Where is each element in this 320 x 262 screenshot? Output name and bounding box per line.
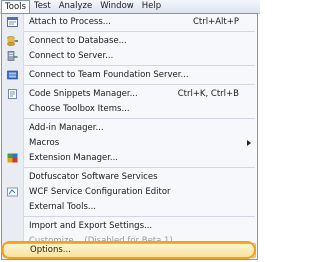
menu-item-extension-manager[interactable]: Extension Manager... (2, 151, 257, 165)
menu-help[interactable]: Help (138, 0, 165, 13)
menu-item-shortcut: Ctrl+Alt+P (192, 17, 239, 27)
menu-item-label: WCF Service Configuration Editor (29, 187, 171, 197)
submenu-arrow-icon (247, 140, 251, 146)
team-server-icon (7, 70, 18, 80)
menu-separator (24, 216, 255, 217)
tools-dropdown-menu: Attach to Process... Ctrl+Alt+P Connect … (1, 13, 258, 260)
menu-separator (24, 84, 255, 85)
menu-item-add-in-manager[interactable]: Add-in Manager... (2, 121, 257, 135)
database-icon (7, 36, 18, 46)
menu-item-attach-to-process[interactable]: Attach to Process... Ctrl+Alt+P (2, 15, 257, 29)
menu-item-label: Connect to Database... (29, 36, 127, 46)
menu-item-label: Connect to Server... (29, 51, 114, 61)
menu-item-import-export-settings[interactable]: Import and Export Settings... (2, 219, 257, 233)
attach-process-icon (7, 17, 18, 27)
menu-separator (24, 118, 255, 119)
menu-separator (24, 31, 255, 32)
menu-item-external-tools[interactable]: External Tools... (2, 200, 257, 214)
menu-item-dotfuscator[interactable]: Dotfuscator Software Services (2, 170, 257, 184)
menu-item-macros[interactable]: Macros (2, 136, 257, 150)
snippets-icon (7, 89, 18, 99)
menu-item-label: Options... (30, 245, 71, 255)
menu-item-label: Connect to Team Foundation Server... (29, 70, 189, 80)
wcf-editor-icon (7, 187, 18, 197)
menu-window[interactable]: Window (96, 0, 138, 13)
menu-item-wcf-config-editor[interactable]: WCF Service Configuration Editor (2, 185, 257, 199)
menu-analyze[interactable]: Analyze (55, 0, 97, 13)
menu-item-label: Macros (29, 138, 60, 148)
menu-item-label: Import and Export Settings... (29, 221, 153, 231)
menu-item-label: Choose Toolbox Items... (29, 104, 130, 114)
menu-item-connect-to-server[interactable]: Connect to Server... (2, 49, 257, 63)
menu-item-label: Attach to Process... (29, 17, 111, 27)
menu-bar: Tools Test Analyze Window Help (0, 0, 260, 14)
menu-item-shortcut: Ctrl+K, Ctrl+B (177, 89, 239, 99)
menu-item-code-snippets-manager[interactable]: Code Snippets Manager... Ctrl+K, Ctrl+B (2, 87, 257, 101)
menu-tools[interactable]: Tools (1, 0, 30, 14)
menu-item-label: External Tools... (29, 202, 97, 212)
menu-separator (24, 65, 255, 66)
menu-item-label: Add-in Manager... (29, 123, 104, 133)
menu-item-connect-to-database[interactable]: Connect to Database... (2, 34, 257, 48)
menu-item-label: Dotfuscator Software Services (29, 172, 158, 182)
menu-item-options[interactable]: Options... (3, 243, 256, 258)
server-icon (7, 51, 18, 61)
extension-icon (7, 153, 18, 163)
menu-item-choose-toolbox-items[interactable]: Choose Toolbox Items... (2, 102, 257, 116)
menu-item-connect-to-tfs[interactable]: Connect to Team Foundation Server... (2, 68, 257, 82)
menu-item-label: Extension Manager... (29, 153, 119, 163)
menu-separator (24, 167, 255, 168)
menu-test[interactable]: Test (30, 0, 55, 13)
menu-item-label: Code Snippets Manager... (29, 89, 138, 99)
